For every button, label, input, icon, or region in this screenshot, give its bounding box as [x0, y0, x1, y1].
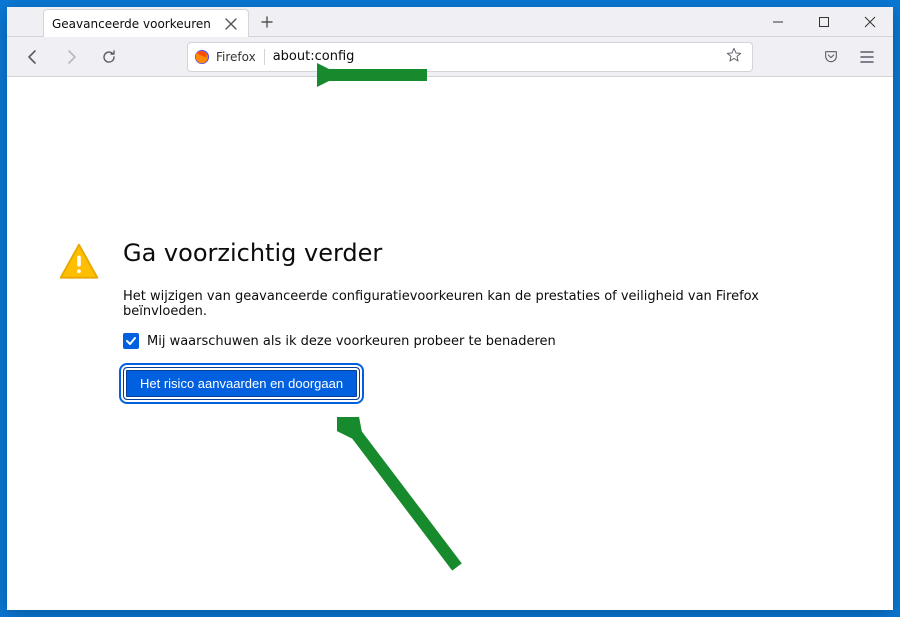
page-content: Ga voorzichtig verder Het wijzigen van g… [7, 77, 893, 610]
warning-icon [57, 241, 101, 400]
hamburger-icon [859, 49, 875, 65]
warning-heading: Ga voorzichtig verder [123, 239, 843, 267]
annotation-arrow-button [337, 417, 477, 577]
address-input[interactable] [271, 48, 716, 65]
accept-risk-button[interactable]: Het risico aanvaarden en doorgaan [123, 367, 360, 400]
about-config-warning: Ga voorzichtig verder Het wijzigen van g… [57, 239, 843, 400]
browser-tab[interactable]: Geavanceerde voorkeuren [43, 9, 249, 37]
new-tab-button[interactable] [253, 8, 281, 36]
navigation-toolbar: Firefox [7, 37, 893, 77]
checkbox-checked-icon [123, 333, 139, 349]
back-button[interactable] [17, 41, 49, 73]
site-identity[interactable]: Firefox [194, 49, 265, 65]
warning-body: Ga voorzichtig verder Het wijzigen van g… [123, 239, 843, 400]
plus-icon [261, 16, 273, 28]
close-window-button[interactable] [847, 7, 893, 37]
minimize-button[interactable] [755, 7, 801, 37]
browser-window: Geavanceerde voorkeuren [7, 7, 893, 610]
close-icon [225, 18, 237, 30]
reload-icon [101, 49, 117, 65]
identity-label: Firefox [216, 50, 256, 64]
accept-button-label: Het risico aanvaarden en doorgaan [140, 376, 343, 391]
bookmark-button[interactable] [722, 47, 746, 67]
warning-description: Het wijzigen van geavanceerde configurat… [123, 289, 843, 319]
star-icon [726, 47, 742, 63]
warn-me-checkbox[interactable]: Mij waarschuwen als ik deze voorkeuren p… [123, 333, 843, 349]
save-to-pocket-button[interactable] [815, 41, 847, 73]
window-controls [755, 7, 893, 37]
url-bar[interactable]: Firefox [187, 42, 753, 72]
minimize-icon [772, 16, 784, 28]
close-icon [864, 16, 876, 28]
checkbox-label: Mij waarschuwen als ik deze voorkeuren p… [147, 334, 556, 349]
arrow-left-icon [25, 49, 41, 65]
app-menu-button[interactable] [851, 41, 883, 73]
close-tab-button[interactable] [222, 15, 240, 33]
tab-title: Geavanceerde voorkeuren [52, 17, 214, 31]
maximize-button[interactable] [801, 7, 847, 37]
maximize-icon [818, 16, 830, 28]
pocket-icon [823, 49, 839, 65]
reload-button[interactable] [93, 41, 125, 73]
tab-strip: Geavanceerde voorkeuren [7, 7, 893, 37]
forward-button[interactable] [55, 41, 87, 73]
arrow-right-icon [63, 49, 79, 65]
firefox-icon [194, 49, 210, 65]
toolbar-extras [815, 41, 883, 73]
